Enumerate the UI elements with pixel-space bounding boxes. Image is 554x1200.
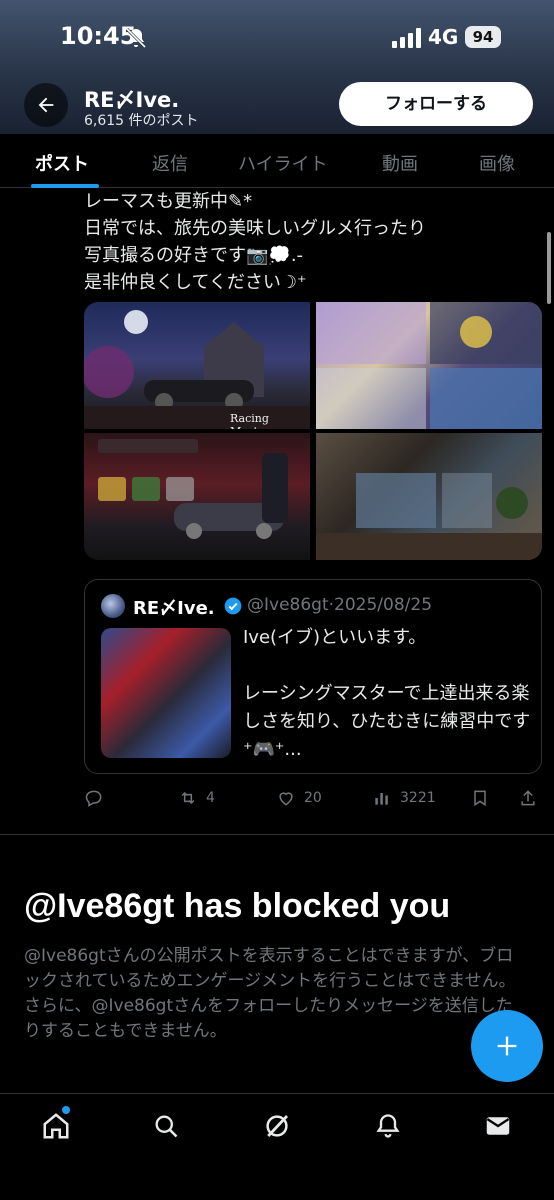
reply-button[interactable]: [84, 786, 112, 810]
profile-header: 10:45 4G 94 RE〆Ive. 6,615 件のポスト フォローする: [0, 0, 554, 134]
cafe-scene: [316, 473, 542, 560]
verified-badge-icon: [224, 597, 242, 615]
tab-images[interactable]: 画像: [479, 150, 515, 176]
nav-grok[interactable]: [261, 1110, 293, 1142]
nav-notifications[interactable]: [372, 1110, 404, 1142]
blocked-title: @Ive86gt has blocked you: [24, 887, 451, 925]
quoted-author-name: RE〆Ive.: [133, 598, 215, 619]
repost-icon: [181, 791, 195, 805]
tab-posts[interactable]: ポスト: [35, 150, 89, 176]
racing-scene: [84, 310, 310, 429]
home-icon: [43, 1113, 69, 1139]
image-caption: Racing Master: [230, 412, 270, 429]
quoted-thumbnail[interactable]: [101, 628, 231, 758]
bell-icon: [376, 1114, 400, 1138]
post-image-grid: Racing Master: [84, 302, 542, 560]
nav-messages[interactable]: [482, 1110, 514, 1142]
follow-button[interactable]: フォローする: [339, 82, 533, 126]
post-count: 6,615 件のポスト: [84, 113, 199, 129]
like-count: 20: [304, 790, 322, 806]
divider: [0, 834, 554, 835]
nav-search[interactable]: [150, 1110, 182, 1142]
post-image-cafe[interactable]: [316, 433, 542, 560]
home-notification-dot: [62, 1106, 70, 1114]
reply-icon: [85, 790, 102, 807]
view-count: 3221: [400, 790, 436, 806]
post-image-anime[interactable]: [316, 302, 542, 429]
post-image-game-ui[interactable]: [84, 433, 310, 560]
bottom-navigation: [0, 1093, 554, 1200]
tab-highlights[interactable]: ハイライト: [238, 150, 328, 176]
nav-home[interactable]: [40, 1110, 72, 1142]
arrow-left-icon: [38, 97, 54, 113]
quoted-text: Ive(イブ)といいます。 レーシングマスターで上達出来る楽しさを知り、ひたむき…: [243, 627, 531, 760]
post-text-line: 是非仲良くしてください☽⁺: [84, 272, 307, 293]
back-button[interactable]: [24, 83, 68, 127]
post-text-line: 日常では、旅先の美味しいグルメ行ったり: [84, 218, 426, 239]
plus-icon: [497, 1036, 517, 1056]
profile-tabs: ポスト 返信 ハイライト 動画 画像: [0, 134, 554, 188]
post-text-line: 写真撮るの好きです📷💭.-: [84, 245, 304, 266]
quoted-post[interactable]: RE〆Ive. @Ive86gt·2025/08/25 Ive(イブ)といいます…: [84, 579, 542, 774]
quoted-handle-date: @Ive86gt·2025/08/25: [247, 595, 433, 615]
post-text-line: レーマスも更新中✎*: [84, 191, 253, 212]
bookmark-icon: [474, 790, 486, 807]
tab-replies[interactable]: 返信: [152, 150, 188, 176]
tab-videos[interactable]: 動画: [382, 150, 418, 176]
status-bar: 10:45 4G 94: [0, 0, 554, 76]
search-icon: [155, 1115, 178, 1138]
compose-button[interactable]: [471, 1010, 543, 1082]
repost-count: 4: [206, 790, 215, 806]
network-type: 4G: [428, 25, 459, 49]
post-image-racing[interactable]: Racing Master: [84, 302, 310, 429]
game-ui-scene: [98, 439, 288, 539]
repost-button[interactable]: 4: [178, 786, 215, 810]
anime-collage: [316, 302, 542, 429]
scrollbar[interactable]: [547, 232, 551, 304]
post-text: レーマスも更新中✎* 日常では、旅先の美味しいグルメ行ったり 写真撮るの好きです…: [84, 188, 544, 296]
grok-icon: [266, 1115, 289, 1137]
bookmark-button[interactable]: [470, 786, 490, 810]
share-button[interactable]: [518, 786, 538, 810]
bell-muted-icon: [125, 27, 147, 49]
battery-indicator: 94: [465, 26, 501, 48]
share-icon: [521, 790, 535, 806]
avatar[interactable]: [101, 594, 125, 618]
views-chart-icon: [375, 793, 388, 805]
views-button[interactable]: 3221: [372, 786, 436, 810]
like-button[interactable]: 20: [276, 786, 322, 810]
heart-icon: [279, 792, 293, 806]
mail-icon: [486, 1117, 510, 1135]
blocked-description: @Ive86gtさんの公開ポストを表示することはできますが、ブロックされているた…: [24, 946, 516, 1041]
signal-icon: [392, 28, 421, 48]
